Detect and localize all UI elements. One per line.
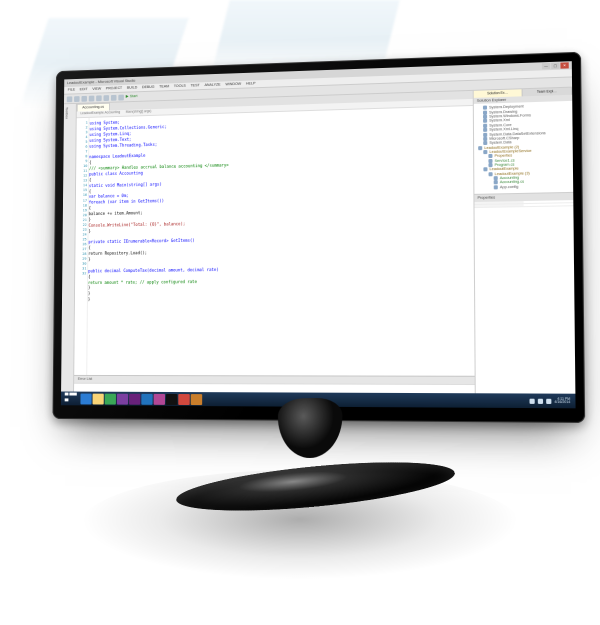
menu-debug[interactable]: DEBUG — [142, 85, 155, 90]
undo-icon[interactable] — [111, 94, 117, 100]
redo-icon[interactable] — [118, 94, 124, 100]
back-icon[interactable] — [67, 96, 73, 102]
taskbar-outlook-icon[interactable] — [141, 393, 152, 404]
network-icon[interactable] — [529, 398, 534, 403]
nav-class[interactable]: LeadoutExample.Accounting — [80, 111, 120, 116]
save-all-icon[interactable] — [104, 95, 110, 101]
property-row[interactable] — [474, 203, 573, 208]
taskbar-cmd-icon[interactable] — [166, 393, 177, 404]
start-debug-button[interactable]: ▶ Start — [126, 94, 138, 99]
solution-explorer[interactable]: Solution Explorer System.DeploymentSyste… — [474, 95, 573, 195]
menu-tools[interactable]: TOOLS — [174, 84, 186, 89]
code-editor[interactable]: 1234567891011121314151617181920212223242… — [74, 106, 474, 376]
minimize-button[interactable]: — — [542, 63, 550, 69]
monitor-neck — [256, 397, 364, 466]
volume-icon[interactable] — [538, 398, 543, 403]
taskbar-vs-icon[interactable] — [154, 393, 165, 404]
menu-test[interactable]: TEST — [191, 84, 200, 89]
forward-icon[interactable] — [74, 96, 80, 102]
clock-date: 4/16/2014 — [554, 401, 570, 405]
start-button[interactable] — [63, 391, 80, 407]
menu-build[interactable]: BUILD — [127, 86, 137, 91]
right-dock: Solution Ex… Team Expl… Solution Explore… — [473, 88, 576, 400]
screen: LeadoutExample - Microsoft Visual Studio… — [61, 61, 576, 408]
menu-edit[interactable]: EDIT — [80, 88, 88, 92]
menu-window[interactable]: WINDOW — [225, 82, 241, 87]
menu-help[interactable]: HELP — [246, 82, 256, 87]
line-numbers: 1234567891011121314151617181920212223242… — [74, 118, 89, 375]
close-button[interactable]: ✕ — [560, 62, 568, 68]
taskbar-onenote-icon[interactable] — [117, 393, 128, 404]
menu-file[interactable]: FILE — [68, 88, 75, 92]
menu-analyze[interactable]: ANALYZE — [204, 83, 220, 88]
open-icon[interactable] — [89, 95, 95, 101]
visual-studio-window: LeadoutExample - Microsoft Visual Studio… — [61, 61, 576, 408]
menu-project[interactable]: PROJECT — [106, 86, 122, 91]
taskbar-devenv-icon[interactable] — [129, 393, 140, 404]
taskbar-explorer-icon[interactable] — [93, 393, 104, 404]
new-icon[interactable] — [81, 95, 87, 101]
clock[interactable]: 4:11 PM 4/16/2014 — [554, 397, 570, 404]
save-icon[interactable] — [96, 95, 102, 101]
taskbar-chrome-icon[interactable] — [178, 394, 190, 405]
menu-team[interactable]: TEAM — [159, 85, 169, 90]
system-tray[interactable]: 4:11 PM 4/16/2014 — [529, 397, 573, 404]
properties-panel[interactable]: Properties — [474, 193, 575, 400]
action-center-icon[interactable] — [546, 398, 551, 403]
taskbar-ie-icon[interactable] — [80, 393, 91, 404]
menu-view[interactable]: VIEW — [92, 87, 101, 91]
taskbar-store-icon[interactable] — [105, 393, 116, 404]
nav-member[interactable]: Main(string[] args) — [126, 110, 151, 115]
monitor: LeadoutExample - Microsoft Visual Studio… — [52, 52, 585, 423]
taskbar-app-icon[interactable] — [191, 394, 203, 405]
maximize-button[interactable]: ▢ — [551, 63, 559, 69]
